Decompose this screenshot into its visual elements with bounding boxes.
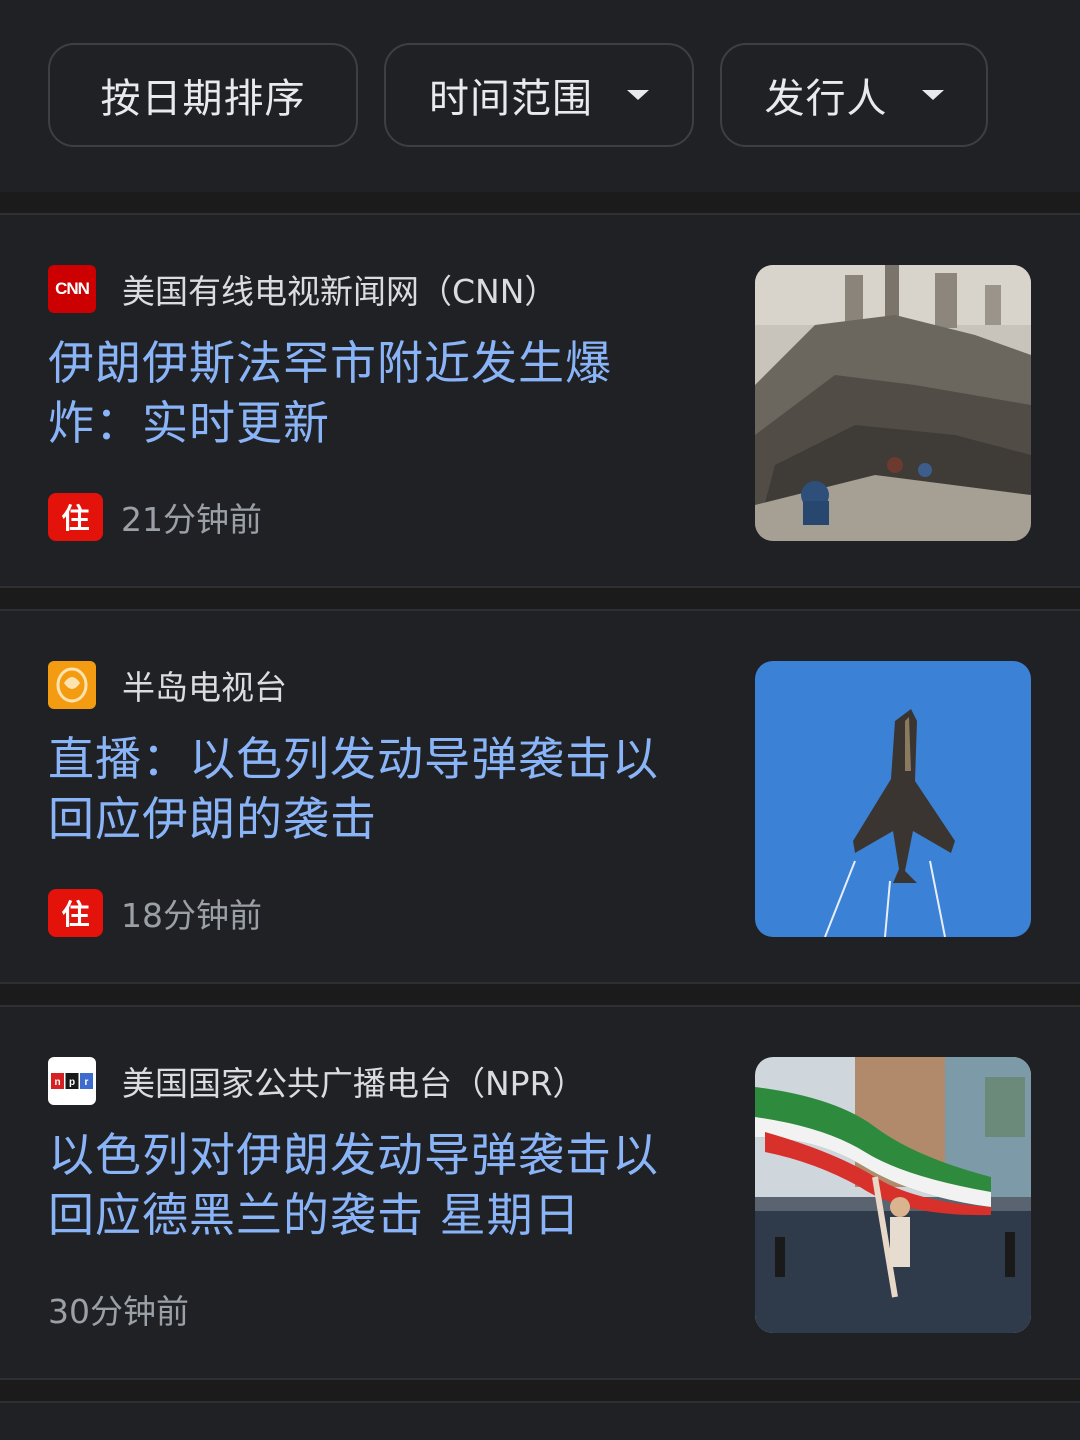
cnn-logo-icon: CNN [48, 265, 96, 313]
source-name: 美国国家公共广播电台（NPR） [122, 1064, 586, 1103]
news-card-partial [0, 1401, 1080, 1440]
meta-row: 住 21分钟前 [48, 493, 262, 541]
rubble-photo-thumbnail[interactable] [755, 265, 1031, 541]
news-results-page: 按日期排序 时间范围 发行人 CNN 美国有线电视新闻网（CNN） 伊朗伊斯法罕… [0, 0, 1080, 1440]
headline-link[interactable]: 直播：以色列发动导弹袭击以回应伊朗的袭击 [48, 729, 688, 849]
news-card[interactable]: CNN 美国有线电视新闻网（CNN） 伊朗伊斯法罕市附近发生爆炸：实时更新 住 … [0, 213, 1080, 588]
time-range-label: 时间范围 [429, 76, 593, 122]
svg-text:n: n [54, 1077, 60, 1088]
svg-text:r: r [85, 1077, 89, 1088]
sort-by-date-chip[interactable]: 按日期排序 [48, 43, 358, 147]
source-name: 美国有线电视新闻网（CNN） [122, 272, 558, 311]
timestamp: 30分钟前 [48, 1292, 189, 1331]
headline-link[interactable]: 以色列对伊朗发动导弹袭击以回应德黑兰的袭击 星期日 [48, 1125, 688, 1245]
svg-text:p: p [69, 1077, 75, 1088]
timestamp: 21分钟前 [121, 500, 262, 539]
time-range-dropdown[interactable]: 时间范围 [384, 43, 694, 147]
source-name: 半岛电视台 [122, 668, 287, 707]
live-badge: 住 [48, 889, 103, 937]
filter-bar: 按日期排序 时间范围 发行人 [0, 0, 1080, 192]
publisher-dropdown[interactable]: 发行人 [720, 43, 988, 147]
meta-row: 住 18分钟前 [48, 889, 262, 937]
cnn-logo-text: CNN [55, 279, 90, 298]
timestamp: 18分钟前 [121, 896, 262, 935]
chevron-down-icon [921, 90, 944, 100]
sort-by-date-label: 按日期排序 [100, 76, 306, 122]
publisher-label: 发行人 [764, 76, 888, 122]
flag-street-photo-thumbnail[interactable] [755, 1057, 1031, 1333]
news-card[interactable]: 半岛电视台 直播：以色列发动导弹袭击以回应伊朗的袭击 住 18分钟前 [0, 609, 1080, 984]
live-badge: 住 [48, 493, 103, 541]
chevron-down-icon [627, 90, 649, 100]
source-row: 半岛电视台 [48, 661, 287, 709]
news-card[interactable]: n p r 美国国家公共广播电台（NPR） 以色列对伊朗发动导弹袭击以回应德黑兰… [0, 1005, 1080, 1380]
aljazeera-logo-icon [48, 661, 96, 709]
headline-link[interactable]: 伊朗伊斯法罕市附近发生爆炸：实时更新 [48, 333, 688, 453]
source-row: CNN 美国有线电视新闻网（CNN） [48, 265, 557, 313]
npr-logo-icon: n p r [48, 1057, 96, 1105]
source-row: n p r 美国国家公共广播电台（NPR） [48, 1057, 586, 1105]
meta-row: 30分钟前 [48, 1285, 189, 1333]
fighter-jet-photo-thumbnail[interactable] [755, 661, 1031, 937]
